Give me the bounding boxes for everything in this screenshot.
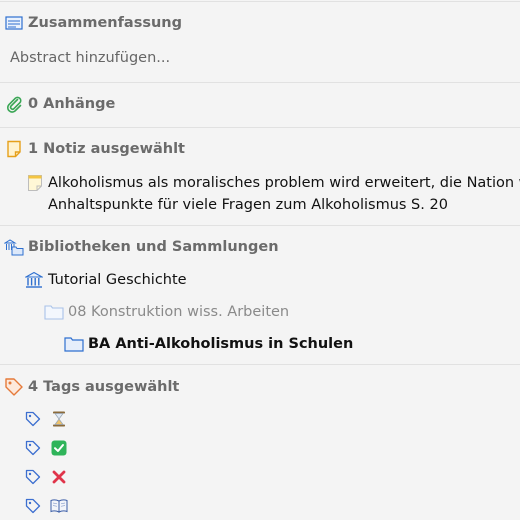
divider-libraries [0, 364, 520, 365]
tag-row[interactable] [24, 410, 68, 428]
tag-row[interactable] [24, 497, 68, 515]
collection-label: 08 Konstruktion wiss. Arbeiten [68, 304, 290, 320]
tag-row[interactable] [24, 468, 68, 486]
note-item-icon [26, 174, 44, 192]
note-icon [4, 139, 24, 159]
folder-icon [44, 303, 64, 321]
tags-header-label: 4 Tags ausgewählt [28, 379, 180, 395]
abstract-header-label: Zusammenfassung [28, 15, 183, 31]
divider-notes [0, 225, 520, 226]
library-item[interactable]: Tutorial Geschichte [24, 271, 187, 289]
tag-icon [4, 377, 24, 397]
library-label: Tutorial Geschichte [48, 272, 187, 288]
abstract-section-header[interactable]: Zusammenfassung [4, 13, 182, 33]
attachments-section-header[interactable]: 0 Anhänge [4, 94, 115, 114]
note-text-line-1: Alkoholismus als moralisches problem wir… [48, 175, 520, 191]
tag-icon [24, 469, 42, 485]
notes-header-label: 1 Notiz ausgewählt [28, 141, 185, 157]
tag-icon [24, 411, 42, 427]
hourglass-icon [50, 410, 68, 428]
tag-icon [24, 498, 42, 514]
library-icon [24, 271, 44, 289]
notes-section-header[interactable]: 1 Notiz ausgewählt [4, 139, 185, 159]
attachments-header-label: 0 Anhänge [28, 96, 116, 112]
collection-item[interactable]: 08 Konstruktion wiss. Arbeiten [44, 303, 289, 321]
subcollection-label: BA Anti-Alkoholismus in Schulen [88, 336, 354, 352]
libraries-section-header[interactable]: Bibliotheken und Sammlungen [4, 237, 279, 257]
checkmark-icon [50, 439, 68, 457]
libraries-collections-icon [4, 237, 24, 257]
divider-abstract [0, 82, 520, 83]
folder-icon [64, 335, 84, 353]
libraries-header-label: Bibliotheken und Sammlungen [28, 239, 279, 255]
tag-row[interactable] [24, 439, 68, 457]
divider-top [0, 1, 520, 2]
abstract-input[interactable]: Abstract hinzufügen... [10, 50, 170, 66]
tags-section-header[interactable]: 4 Tags ausgewählt [4, 377, 179, 397]
open-book-icon [50, 497, 68, 515]
note-text-line-2: Anhaltspunkte für viele Fragen zum Alkoh… [48, 197, 448, 213]
abstract-icon [4, 13, 24, 33]
tag-icon [24, 440, 42, 456]
subcollection-item[interactable]: BA Anti-Alkoholismus in Schulen [64, 335, 353, 353]
divider-attachments [0, 127, 520, 128]
paperclip-icon [4, 94, 24, 114]
cross-mark-icon [50, 468, 68, 486]
